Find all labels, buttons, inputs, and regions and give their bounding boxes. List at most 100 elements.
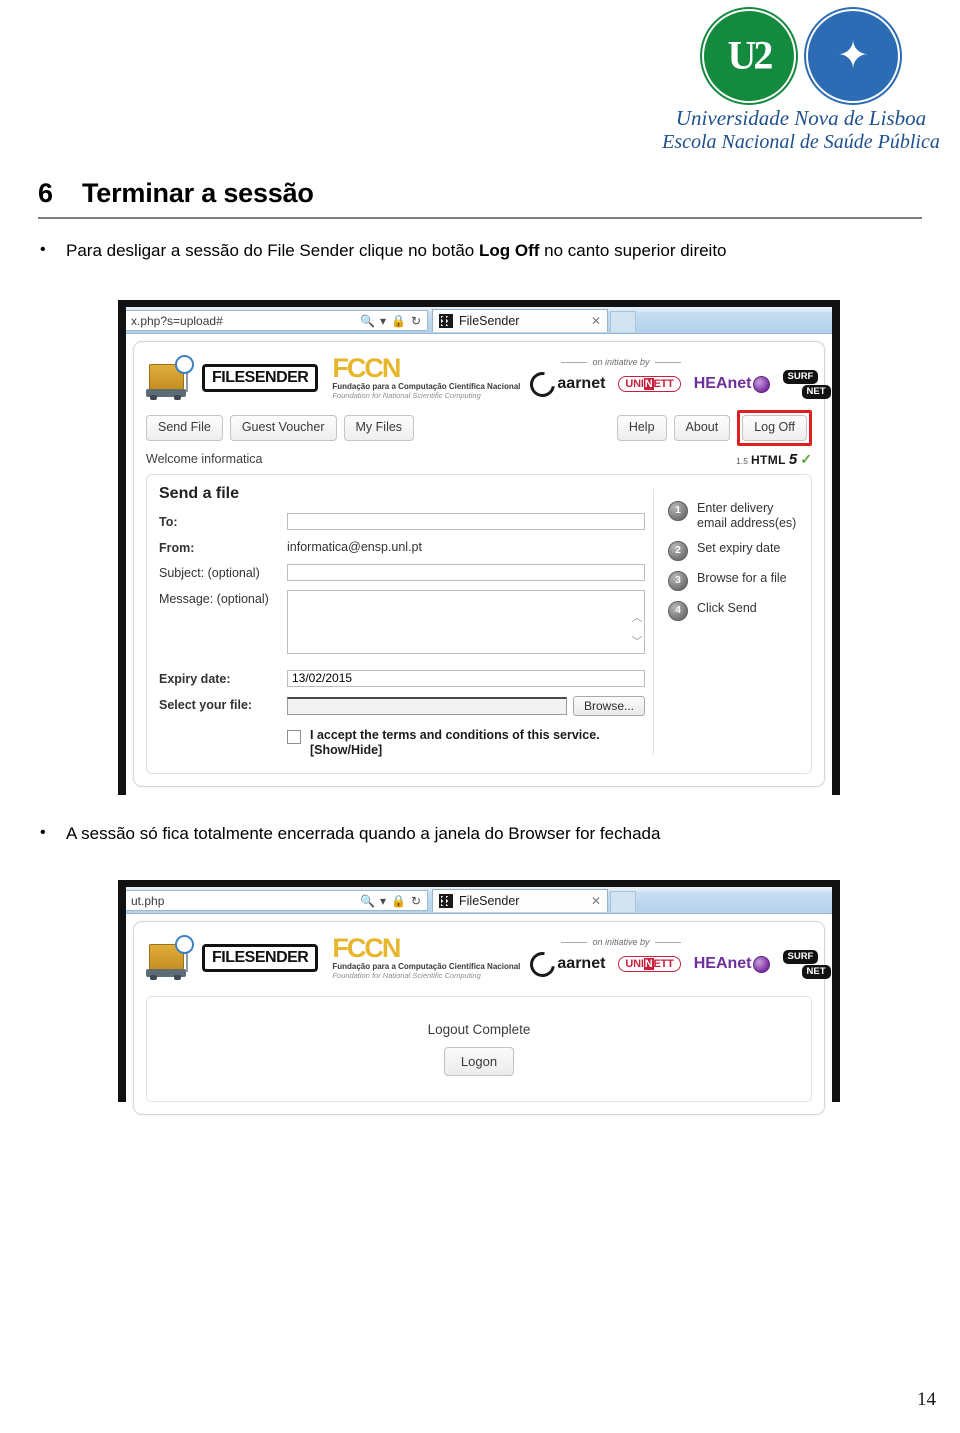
- browser-tab-title: FileSender: [459, 314, 520, 328]
- html5-five: 5: [788, 450, 798, 468]
- to-input[interactable]: [287, 512, 645, 530]
- address-bar-url: x.php?s=upload#: [131, 313, 223, 328]
- chevron-up-icon[interactable]: ︿: [632, 609, 643, 625]
- subject-label: Subject: (optional): [159, 565, 260, 580]
- step-number: 3: [668, 570, 688, 591]
- field-row-expiry: Expiry date:: [159, 669, 645, 687]
- filesender-card: FILESENDER FCCN Fundação para a Computaç…: [133, 341, 831, 787]
- html5-label: HTML: [750, 452, 786, 467]
- instruction-bullet-1: • Para desligar a sessão do File Sender …: [40, 240, 900, 263]
- page-title: 6 Terminar a sessão: [38, 178, 922, 219]
- ensp-logo-icon: ✦: [804, 7, 902, 105]
- instruction-bullet-2: • A sessão só fica totalmente encerrada …: [40, 823, 900, 846]
- nav-guest-voucher-button[interactable]: Guest Voucher: [229, 415, 337, 441]
- field-row-to: To:: [159, 512, 645, 530]
- fccn-logo: FCCN Fundação para a Computação Científi…: [332, 932, 520, 981]
- bullet-marker: •: [40, 824, 46, 841]
- browser-tab-filesender[interactable]: FileSender ✕: [432, 309, 608, 332]
- browser-tab-filesender[interactable]: FileSender ✕: [432, 889, 608, 912]
- step-item: 3 Browse for a file: [668, 570, 799, 591]
- surfnet-top: SURF: [782, 370, 819, 385]
- logoff-highlight-box: Log Off: [737, 410, 812, 446]
- search-icon[interactable]: 🔍: [360, 894, 375, 908]
- fccn-subtitle-en: Foundation for National Scientific Compu…: [332, 971, 481, 981]
- address-bar[interactable]: ut.php 🔍 ▾ 🔒 ↻: [126, 890, 428, 911]
- message-textarea[interactable]: ︿ ﹀: [287, 589, 645, 654]
- bullet-1-bold-term: Log Off: [478, 241, 540, 260]
- aarnet-label: aarnet: [557, 955, 606, 972]
- filesender-logout-body: FILESENDER FCCN Fundação para a Computaç…: [126, 914, 832, 1125]
- nav-my-files-button[interactable]: My Files: [343, 415, 415, 441]
- cart-icon: [146, 935, 194, 980]
- chevron-down-icon[interactable]: ▾: [380, 314, 386, 328]
- nav-log-off-button[interactable]: Log Off: [742, 415, 807, 441]
- section-number: 6: [38, 178, 53, 208]
- file-path-field[interactable]: [287, 696, 567, 715]
- logout-complete-card: Logout Complete Logon: [146, 996, 812, 1102]
- textarea-scrollbar[interactable]: ︿ ﹀: [630, 591, 644, 653]
- nav-help-button[interactable]: Help: [616, 415, 667, 441]
- refresh-icon[interactable]: ↻: [411, 314, 421, 328]
- heanet-logo: HEAnet: [694, 955, 770, 973]
- accept-terms-checkbox[interactable]: [287, 729, 301, 744]
- filesender-card: FILESENDER FCCN Fundação para a Computaç…: [133, 921, 831, 1115]
- chevron-down-icon[interactable]: ﹀: [632, 633, 643, 649]
- new-tab-button[interactable]: [610, 311, 636, 332]
- heanet-label: HEAnet: [693, 375, 752, 392]
- page-number: 14: [917, 1389, 936, 1410]
- filesender-nav: Send File Guest Voucher My Files Help Ab…: [146, 410, 812, 446]
- send-a-file-title: Send a file: [159, 484, 240, 502]
- file-picker: Browse...: [287, 695, 645, 716]
- unl-logo-icon: U2: [700, 7, 798, 105]
- terms-showhide-link[interactable]: [Show/Hide]: [310, 743, 382, 757]
- step-number: 4: [668, 600, 688, 621]
- unl-logo-mark: U2: [727, 32, 774, 78]
- field-row-message: Message: (optional) ︿ ﹀: [159, 589, 645, 654]
- aarnet-swirl-icon: [525, 366, 561, 402]
- close-icon[interactable]: ✕: [591, 894, 601, 908]
- close-icon[interactable]: ✕: [591, 314, 601, 328]
- aarnet-label: aarnet: [557, 375, 606, 392]
- welcome-text: Welcome informatica: [146, 452, 263, 467]
- logon-button[interactable]: Logon: [443, 1047, 515, 1076]
- filesender-page-body: FILESENDER FCCN Fundação para a Computaç…: [126, 334, 832, 797]
- browse-button[interactable]: Browse...: [572, 695, 645, 716]
- html5-badge: 1.5 HTML 5 ✓: [736, 451, 812, 468]
- heanet-ball-icon: [752, 375, 770, 393]
- step-item: 2 Set expiry date: [668, 540, 799, 561]
- refresh-icon[interactable]: ↻: [411, 894, 421, 908]
- fccn-mark: FCCN: [332, 932, 401, 963]
- field-row-from: From: informatica@ensp.unl.pt: [159, 539, 645, 555]
- filesender-favicon: [439, 894, 453, 908]
- address-bar-icons: 🔍 ▾ 🔒 ↻: [360, 894, 427, 908]
- new-tab-button[interactable]: [610, 891, 636, 912]
- step-number: 1: [668, 500, 688, 521]
- surfnet-top: SURF: [782, 950, 819, 965]
- message-label: Message: (optional): [159, 591, 269, 606]
- heanet-label: HEAnet: [693, 955, 752, 972]
- steps-panel: 1 Enter delivery email address(es) 2 Set…: [668, 485, 799, 759]
- nav-right-group: Help About Log Off: [616, 410, 812, 446]
- filesender-favicon: [439, 314, 453, 328]
- address-bar[interactable]: x.php?s=upload# 🔍 ▾ 🔒 ↻: [126, 310, 428, 331]
- subject-input[interactable]: [287, 563, 645, 581]
- select-file-label: Select your file:: [159, 697, 253, 712]
- lock-icon: 🔒: [390, 313, 406, 328]
- search-icon[interactable]: 🔍: [360, 314, 375, 328]
- institution-name-line1: Universidade Nova de Lisboa: [675, 106, 927, 130]
- nav-about-button[interactable]: About: [673, 415, 731, 441]
- chevron-down-icon[interactable]: ▾: [380, 894, 386, 908]
- step-item: 4 Click Send: [668, 600, 799, 621]
- initiative-label: on initiative by: [592, 937, 650, 947]
- terms-text: I accept the terms and conditions of thi…: [310, 728, 600, 759]
- html5-version: 1.5: [736, 455, 748, 466]
- step-text: Set expiry date: [697, 540, 781, 555]
- nav-send-file-button[interactable]: Send File: [146, 415, 223, 441]
- uninett-suffix: ETT: [653, 958, 674, 970]
- bullet-1-text: Para desligar a sessão do File Sender cl…: [66, 240, 900, 263]
- expiry-date-label: Expiry date:: [159, 671, 231, 686]
- browser-chrome-logout: ut.php 🔍 ▾ 🔒 ↻ FileSender ✕: [126, 887, 832, 914]
- expiry-date-input[interactable]: [287, 669, 645, 687]
- step-text: Enter delivery email address(es): [697, 500, 797, 530]
- bullet-1-text-before: Para desligar a sessão do File Sender cl…: [66, 241, 479, 260]
